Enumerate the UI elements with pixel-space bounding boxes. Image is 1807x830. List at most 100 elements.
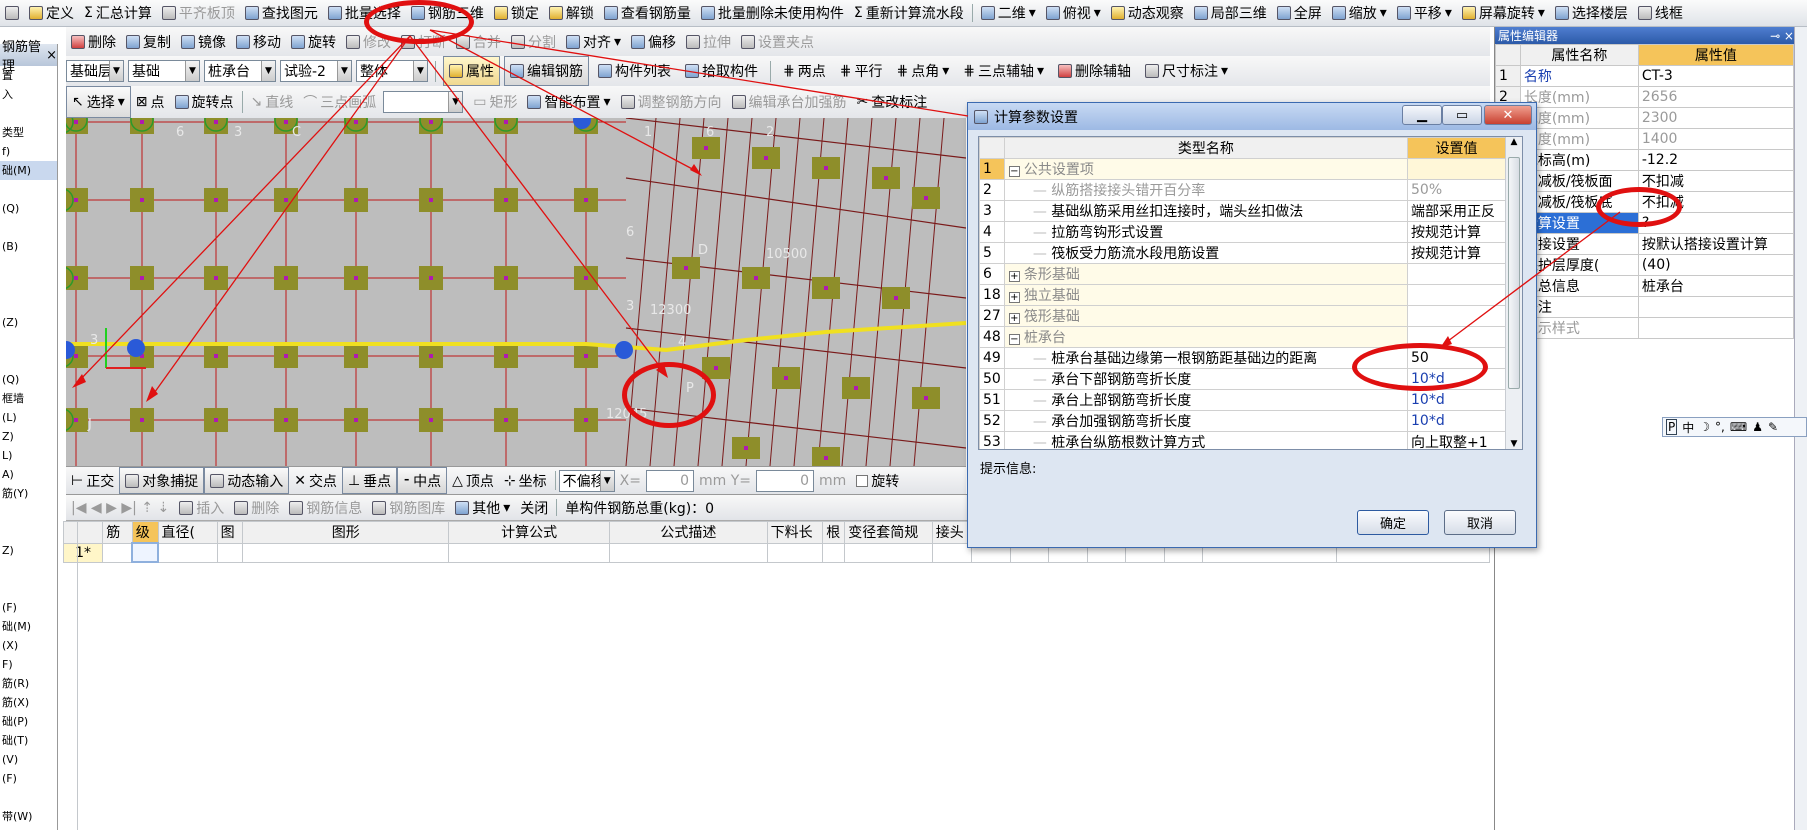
zoom-dropdown[interactable]: 缩放 ▾: [1327, 0, 1392, 26]
top-view-dropdown[interactable]: 俯视 ▾: [1041, 0, 1106, 26]
nav-tree-item[interactable]: 筋(X): [0, 693, 57, 712]
cell[interactable]: [216, 542, 244, 563]
screen-rotate-dropdown[interactable]: 屏幕旋转 ▾: [1457, 0, 1550, 26]
nav-tree-item[interactable]: [0, 522, 57, 541]
coordinate-toggle[interactable]: ⊹ 坐标: [499, 467, 552, 494]
minimize-button[interactable]: ▁: [1402, 105, 1442, 125]
settings-row[interactable]: 4— 拉筋弯钩形式设置 按规范计算: [979, 221, 1506, 243]
component-name-select[interactable]: 试验-2 ▼: [280, 60, 352, 82]
cell[interactable]: [102, 542, 133, 563]
cell-selected[interactable]: [131, 542, 160, 563]
find-element-button[interactable]: 查找图元: [240, 0, 323, 26]
close-button[interactable]: ✕: [1484, 105, 1532, 125]
pick-component-button[interactable]: 拾取构件: [680, 56, 763, 86]
nav-tree-item[interactable]: [0, 503, 57, 522]
nav-tree-item[interactable]: [0, 218, 57, 237]
line-button[interactable]: ↘ 直线: [246, 86, 299, 118]
property-button[interactable]: 属性: [443, 56, 500, 86]
nav-tree-item[interactable]: (X): [0, 636, 57, 655]
lock-button[interactable]: 锁定: [489, 0, 544, 26]
nav-tree-item[interactable]: 筋(Y): [0, 484, 57, 503]
nav-tree-item[interactable]: 础(M): [0, 617, 57, 636]
midpoint-toggle[interactable]: ⁃ 中点: [397, 467, 448, 494]
quick-access[interactable]: [0, 0, 24, 26]
rectangle-button[interactable]: ▭ 矩形: [468, 86, 522, 118]
ime-punct-icon[interactable]: °,: [1715, 420, 1725, 434]
rebar-info-button[interactable]: 钢筋信息: [284, 495, 367, 520]
dynamic-observe-button[interactable]: 动态观察: [1106, 0, 1189, 26]
edit-cap-rebar-button[interactable]: 编辑承台加强筋: [727, 86, 852, 118]
dynamic-input-toggle[interactable]: 动态输入: [204, 467, 290, 494]
unlock-button[interactable]: 解锁: [544, 0, 599, 26]
align-dropdown[interactable]: 对齐 ▾: [561, 27, 626, 56]
nav-tree-item[interactable]: 础(P): [0, 712, 57, 731]
ok-button[interactable]: 确定: [1357, 510, 1429, 535]
setting-value[interactable]: [1407, 305, 1506, 327]
settings-rows[interactable]: 1− 公共设置项 2— 纵筋搭接接头错开百分率 50% 3— 基础纵筋采用丝扣连接时，端…: [979, 158, 1506, 449]
cell[interactable]: [844, 542, 933, 563]
cancel-button[interactable]: 取消: [1444, 510, 1516, 535]
set-grip-button[interactable]: 设置夹点: [736, 27, 819, 56]
nav-tree-item[interactable]: F): [0, 655, 57, 674]
nav-tree-item[interactable]: (Q): [0, 370, 57, 389]
nav-tree-item[interactable]: [0, 294, 57, 313]
nav-tree-item[interactable]: [0, 104, 57, 123]
rebar-library-button[interactable]: 钢筋图库: [367, 495, 450, 520]
settings-row[interactable]: 51— 承台上部钢筋弯折长度 10*d: [979, 389, 1506, 411]
offset-button[interactable]: 偏移: [626, 27, 681, 56]
settings-row[interactable]: 6 + 条形基础: [979, 263, 1506, 285]
three-point-axis-dropdown[interactable]: ⋕ 三点辅轴 ▾: [958, 56, 1049, 86]
nav-tree-item[interactable]: 础(M): [0, 161, 57, 180]
maximize-button[interactable]: ▭: [1442, 105, 1482, 125]
view-2d-dropdown[interactable]: 二维 ▾: [976, 0, 1041, 26]
nav-tree-item[interactable]: (Z): [0, 313, 57, 332]
ortho-toggle[interactable]: ⊢ 正交: [66, 467, 119, 494]
setting-value[interactable]: [1407, 263, 1506, 285]
smart-layout-dropdown[interactable]: 智能布置 ▾: [522, 86, 615, 118]
rotate-checkbox[interactable]: 旋转: [851, 467, 904, 494]
ime-bar[interactable]: P 中 ☽ °, ⌨ ♟ ✎: [1662, 417, 1807, 437]
vertical-scrollbar[interactable]: ▲ ▼: [1505, 137, 1522, 449]
ime-chinese-icon[interactable]: 中: [1682, 419, 1694, 436]
ime-keyboard-icon[interactable]: ⌨: [1730, 420, 1747, 434]
nav-tree-item[interactable]: [0, 351, 57, 370]
nav-tree-item[interactable]: (B): [0, 237, 57, 256]
nav-tree-item[interactable]: [0, 579, 57, 598]
nav-tree-item[interactable]: 筋(R): [0, 674, 57, 693]
settings-row[interactable]: 2— 纵筋搭接接头错开百分率 50%: [979, 179, 1506, 201]
nav-tree-item[interactable]: [0, 332, 57, 351]
nav-tree-item[interactable]: 框墙: [0, 389, 57, 408]
settings-row[interactable]: 52— 承台加强钢筋弯折长度 10*d: [979, 410, 1506, 432]
cell[interactable]: [609, 542, 768, 563]
nav-tree-item[interactable]: (F): [0, 598, 57, 617]
define-button[interactable]: 定义: [24, 0, 79, 26]
cell[interactable]: [157, 542, 218, 563]
nav-tree-item[interactable]: [0, 275, 57, 294]
delete-button[interactable]: 删除: [66, 27, 121, 56]
view-rebar-qty-button[interactable]: 查看钢筋量: [599, 0, 696, 26]
nav-tree-item[interactable]: 础(T): [0, 731, 57, 750]
setting-value[interactable]: 10*d: [1407, 410, 1506, 432]
point-angle-dropdown[interactable]: ⋕ 点角 ▾: [891, 56, 954, 86]
nav-tree-item[interactable]: [0, 560, 57, 579]
local-3d-button[interactable]: 局部三维: [1189, 0, 1272, 26]
intersection-toggle[interactable]: ✕ 交点: [289, 467, 342, 494]
setting-value[interactable]: 10*d: [1407, 389, 1506, 411]
split-button[interactable]: 分割: [506, 27, 561, 56]
adjust-direction-button[interactable]: 调整钢筋方向: [616, 86, 727, 118]
nav-tree-item[interactable]: [0, 256, 57, 275]
scroll-down-icon[interactable]: ▼: [1506, 439, 1522, 449]
recalc-flow-button[interactable]: Σ 重新计算流水段: [849, 0, 969, 26]
component-list-button[interactable]: 构件列表: [593, 56, 676, 86]
check-annotation-button[interactable]: ✂ 查改标注: [852, 86, 933, 118]
y-input[interactable]: 0: [756, 469, 814, 492]
nav-tree-item[interactable]: 类型: [0, 123, 57, 142]
nav-tree-item[interactable]: f): [0, 142, 57, 161]
settings-row[interactable]: 1− 公共设置项: [979, 158, 1506, 180]
setting-value[interactable]: [1407, 158, 1506, 180]
settings-row[interactable]: 5— 筏板受力筋流水段甩筋设置 按规范计算: [979, 242, 1506, 264]
settings-row[interactable]: 18 + 独立基础: [979, 284, 1506, 306]
nav-tree-item[interactable]: [0, 180, 57, 199]
fullscreen-button[interactable]: 全屏: [1272, 0, 1327, 26]
move-button[interactable]: 移动: [231, 27, 286, 56]
